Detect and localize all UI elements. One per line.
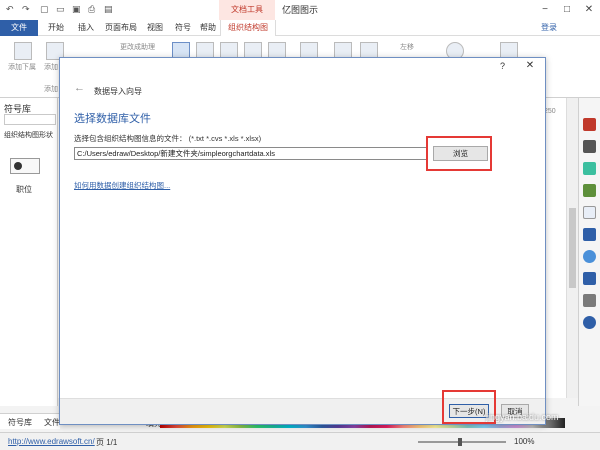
dialog-title: 数据导入向导 xyxy=(94,87,142,96)
position-shape-label: 职位 xyxy=(16,185,32,194)
globe-icon[interactable] xyxy=(583,250,596,263)
app-title: 亿图图示 xyxy=(282,5,319,15)
data-import-dialog: ? ✕ ← 数据导入向导 选择数据库文件 选择包含组织结构图信息的文件： (*.… xyxy=(59,57,546,425)
right-tool-strip xyxy=(578,98,600,406)
file-path-input[interactable] xyxy=(74,147,427,160)
add-subordinate-label: 添加下属 xyxy=(8,64,36,71)
browse-highlight-box xyxy=(426,136,492,171)
help-icon[interactable]: ? xyxy=(500,61,505,71)
help-link[interactable]: 如何用数据创建组织结构图... xyxy=(74,180,170,191)
maximize-icon[interactable]: □ xyxy=(556,0,578,20)
zoom-slider-knob[interactable] xyxy=(458,438,462,446)
print-icon[interactable]: ⎙ xyxy=(88,4,95,15)
bottom-tabs: 符号库 文件 xyxy=(0,413,60,429)
open-icon[interactable]: ▭ xyxy=(56,4,65,15)
undo-icon[interactable]: ↶ xyxy=(6,4,14,15)
image-icon[interactable] xyxy=(583,184,596,197)
watermark: jingyan.baidu.com xyxy=(486,412,559,422)
scrollbar-thumb[interactable] xyxy=(569,208,576,288)
format-icon[interactable] xyxy=(583,118,596,131)
position-shape-thumbnail[interactable] xyxy=(10,158,40,174)
tab-page-layout[interactable]: 页面布局 xyxy=(102,20,140,36)
title-bar: ↶ ↷ ▢ ▭ ▣ ⎙ ▤ 文档工具 亿图图示 − □ ✕ xyxy=(0,0,600,20)
tab-insert[interactable]: 插入 xyxy=(72,20,100,36)
page-indicator: 页 1/1 xyxy=(96,438,118,447)
save-icon[interactable]: ▣ xyxy=(72,4,81,15)
tab-org-chart[interactable]: 组织结构图 xyxy=(220,20,276,36)
ribbon-tabs: 文件 开始 插入 页面布局 视图 符号 帮助 组织结构图 xyxy=(0,20,600,36)
redo-icon[interactable]: ↷ xyxy=(22,4,30,15)
file-type-prompt: 选择包含组织结构图信息的文件： (*.txt *.cvs *.xls *.xls… xyxy=(74,134,262,143)
zoom-level: 100% xyxy=(514,437,535,446)
list-icon[interactable] xyxy=(583,272,596,285)
move-left-label[interactable]: 左移 xyxy=(400,42,414,52)
comment-icon[interactable] xyxy=(583,294,596,307)
library-search-input[interactable] xyxy=(4,114,56,125)
add-colleague-label: 添加 xyxy=(44,64,58,71)
fill-icon[interactable] xyxy=(583,162,596,175)
tab-symbol-library[interactable]: 符号库 xyxy=(8,417,32,428)
library-name[interactable]: 组织结构图形状 xyxy=(4,130,58,140)
login-link[interactable]: 登录 xyxy=(541,22,557,33)
minimize-icon[interactable]: − xyxy=(534,0,556,20)
back-arrow-icon[interactable]: ← xyxy=(74,82,85,94)
tab-view[interactable]: 视图 xyxy=(142,20,168,36)
export-icon[interactable]: ▤ xyxy=(104,4,113,15)
vertical-scrollbar[interactable] xyxy=(566,98,578,398)
close-window-icon[interactable]: ✕ xyxy=(578,0,600,20)
page-icon[interactable] xyxy=(583,206,596,219)
website-link[interactable]: http://www.edrawsoft.cn/ xyxy=(8,437,95,446)
close-icon[interactable]: ✕ xyxy=(520,59,540,73)
tab-help[interactable]: 帮助 xyxy=(196,20,220,36)
layers-icon[interactable] xyxy=(583,228,596,241)
zoom-slider[interactable] xyxy=(418,441,506,443)
add-short-label: 添加 xyxy=(44,86,58,93)
new-icon[interactable]: ▢ xyxy=(40,4,49,15)
tab-file-bottom[interactable]: 文件 xyxy=(44,417,60,428)
dialog-heading: 选择数据库文件 xyxy=(74,113,151,125)
tab-symbols[interactable]: 符号 xyxy=(170,20,196,36)
symbol-library-panel: 符号库 组织结构图形状 职位 xyxy=(0,98,58,406)
settings-icon[interactable] xyxy=(583,316,596,329)
context-tab-label: 文档工具 xyxy=(219,0,275,20)
change-assistant-label[interactable]: 更改成助理 xyxy=(120,42,155,52)
tab-home[interactable]: 开始 xyxy=(42,20,70,36)
status-bar: http://www.edrawsoft.cn/ 页 1/1 100% xyxy=(0,432,600,450)
tab-file[interactable]: 文件 xyxy=(0,20,38,36)
add-subordinate-icon[interactable] xyxy=(14,42,32,60)
pen-icon[interactable] xyxy=(583,140,596,153)
